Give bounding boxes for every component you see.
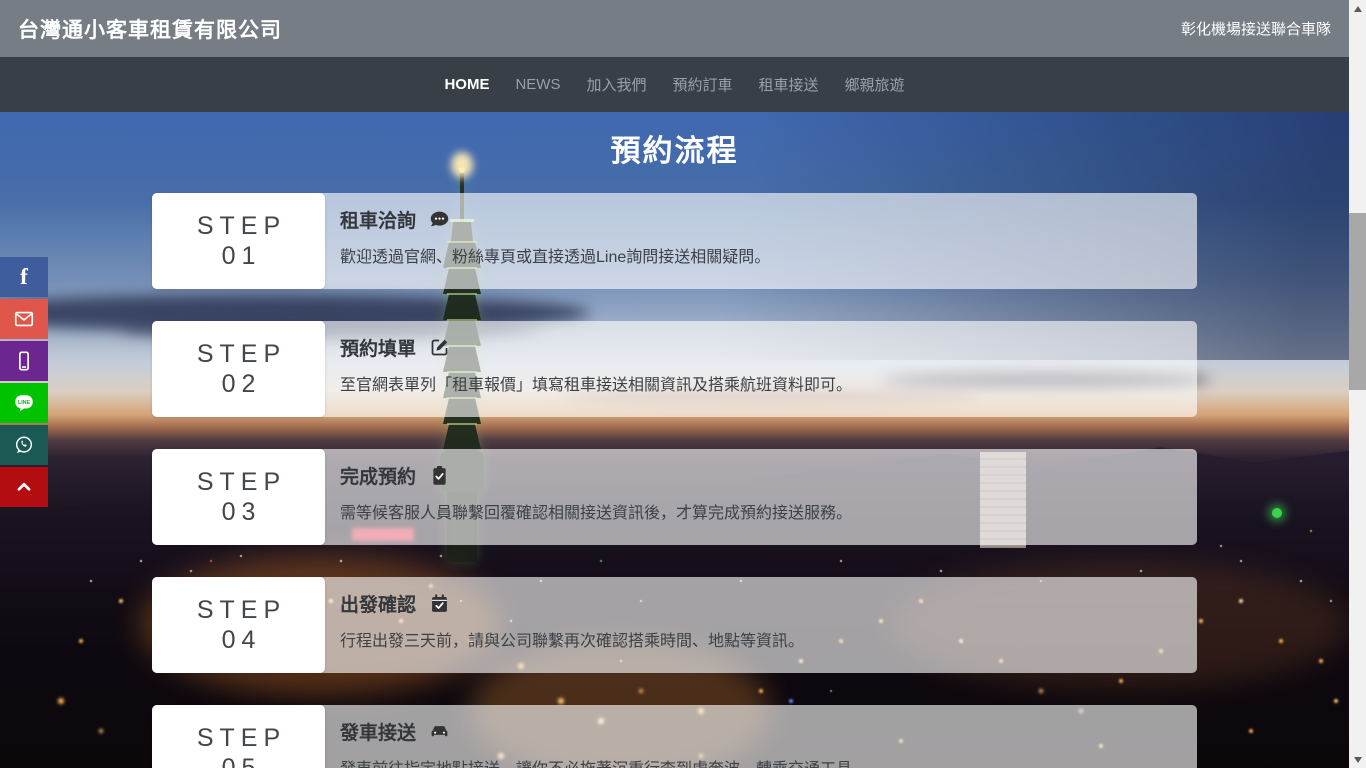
car-icon <box>429 721 450 742</box>
calendar-check-icon <box>429 593 450 614</box>
step-label: STEP <box>191 211 286 241</box>
step-number: 05 <box>216 753 262 768</box>
step-title-row: 完成預約 <box>340 462 1181 489</box>
step-body: 出發確認 行程出發三天前，請與公司聯繫再次確認搭乘時間、地點等資訊。 <box>340 590 1181 651</box>
step-card-2: STEP 02 預約填單 至官網表單列「租車報價」填寫租車接送相關資訊及搭乘航班… <box>152 321 1197 417</box>
whatsapp-icon <box>13 434 35 456</box>
step-number-box: STEP 03 <box>152 449 325 545</box>
chat-dots-icon <box>429 209 450 230</box>
step-label: STEP <box>191 467 286 497</box>
triangle-up-icon <box>1354 6 1362 12</box>
scrollbar-thumb[interactable] <box>1349 213 1366 390</box>
main-navigation: HOME NEWS 加入我們 預約訂車 租車接送 鄉親旅遊 <box>0 57 1349 112</box>
nav-item-join-us[interactable]: 加入我們 <box>586 74 646 95</box>
step-number: 04 <box>216 625 262 655</box>
email-share-button[interactable] <box>0 299 48 339</box>
step-title-text: 租車洽詢 <box>340 206 416 233</box>
clipboard-check-icon <box>429 465 450 486</box>
step-title-row: 租車洽詢 <box>340 206 1181 233</box>
scrollbar-up-arrow[interactable] <box>1349 0 1366 17</box>
share-sidebar: f LINE <box>0 257 48 509</box>
company-name-logo[interactable]: 台灣通小客車租賃有限公司 <box>18 14 282 44</box>
step-label: STEP <box>191 595 286 625</box>
step-card-4: STEP 04 出發確認 行程出發三天前，請與公司聯繫再次確認搭乘時間、地點等資… <box>152 577 1197 673</box>
step-number: 03 <box>216 497 262 527</box>
step-body: 完成預約 需等候客服人員聯繫回覆確認相關接送資訊後，才算完成預約接送服務。 <box>340 462 1181 523</box>
nav-item-car-transfer[interactable]: 租車接送 <box>759 74 819 95</box>
triangle-down-icon <box>1354 757 1362 763</box>
nav-item-home[interactable]: HOME <box>444 76 489 93</box>
line-icon: LINE <box>13 392 35 414</box>
step-body: 預約填單 至官網表單列「租車報價」填寫租車接送相關資訊及搭乘航班資料即可。 <box>340 334 1181 395</box>
edit-pen-square-icon <box>429 337 450 358</box>
step-title-text: 發車接送 <box>340 718 416 745</box>
step-title-row: 發車接送 <box>340 718 1181 745</box>
step-label: STEP <box>191 723 286 753</box>
step-body: 發車接送 發車前往指定地點接送，讓你不必拖著沉重行李到處奔波、轉乘交通工具。 <box>340 718 1181 768</box>
mobile-share-button[interactable] <box>0 341 48 381</box>
step-description: 發車前往指定地點接送，讓你不必拖著沉重行李到處奔波、轉乘交通工具。 <box>340 755 1181 768</box>
top-header-bar: 台灣通小客車租賃有限公司 彰化機場接送聯合車隊 <box>0 0 1349 57</box>
nav-item-news[interactable]: NEWS <box>515 76 560 93</box>
facebook-share-button[interactable]: f <box>0 257 48 297</box>
step-title-text: 出發確認 <box>340 590 416 617</box>
step-number: 01 <box>216 241 262 271</box>
ferris-wheel-light <box>1272 508 1282 518</box>
step-title-text: 完成預約 <box>340 462 416 489</box>
step-description: 需等候客服人員聯繫回覆確認相關接送資訊後，才算完成預約接送服務。 <box>340 499 1181 523</box>
step-description: 行程出發三天前，請與公司聯繫再次確認搭乘時間、地點等資訊。 <box>340 627 1181 651</box>
step-number-box: STEP 05 <box>152 705 325 768</box>
back-to-top-button[interactable] <box>0 467 48 507</box>
step-title-row: 出發確認 <box>340 590 1181 617</box>
line-share-button[interactable]: LINE <box>0 383 48 423</box>
step-label: STEP <box>191 339 286 369</box>
facebook-icon: f <box>20 264 28 290</box>
envelope-icon <box>13 308 35 330</box>
whatsapp-share-button[interactable] <box>0 425 48 465</box>
nav-item-booking[interactable]: 預約訂車 <box>672 74 732 95</box>
step-body: 租車洽詢 歡迎透過官網、粉絲專頁或直接透過Line詢問接送相關疑問。 <box>340 206 1181 267</box>
vertical-scrollbar[interactable] <box>1349 0 1366 768</box>
step-title-text: 預約填單 <box>340 334 416 361</box>
step-number-box: STEP 02 <box>152 321 325 417</box>
step-card-1: STEP 01 租車洽詢 歡迎透過官網、粉絲專頁或直接透過Line詢問接送相關疑… <box>152 193 1197 289</box>
step-title-row: 預約填單 <box>340 334 1181 361</box>
scrollbar-down-arrow[interactable] <box>1349 751 1366 768</box>
booking-steps-list: STEP 01 租車洽詢 歡迎透過官網、粉絲專頁或直接透過Line詢問接送相關疑… <box>152 193 1197 768</box>
mobile-phone-icon <box>13 350 35 372</box>
chevron-up-icon <box>13 476 35 498</box>
step-description: 至官網表單列「租車報價」填寫租車接送相關資訊及搭乘航班資料即可。 <box>340 371 1181 395</box>
step-number-box: STEP 01 <box>152 193 325 289</box>
step-card-5: STEP 05 發車接送 發車前往指定地點接送，讓你不必拖著沉重行李到處奔波、轉… <box>152 705 1197 768</box>
page-title: 預約流程 <box>0 126 1349 170</box>
step-description: 歡迎透過官網、粉絲專頁或直接透過Line詢問接送相關疑問。 <box>340 243 1181 267</box>
svg-text:LINE: LINE <box>18 400 31 406</box>
nav-item-local-travel[interactable]: 鄉親旅遊 <box>845 74 905 95</box>
step-number-box: STEP 04 <box>152 577 325 673</box>
step-number: 02 <box>216 369 262 399</box>
fleet-name-label: 彰化機場接送聯合車隊 <box>1181 18 1331 39</box>
step-card-3: STEP 03 完成預約 需等候客服人員聯繫回覆確認相關接送資訊後，才算完成預約… <box>152 449 1197 545</box>
